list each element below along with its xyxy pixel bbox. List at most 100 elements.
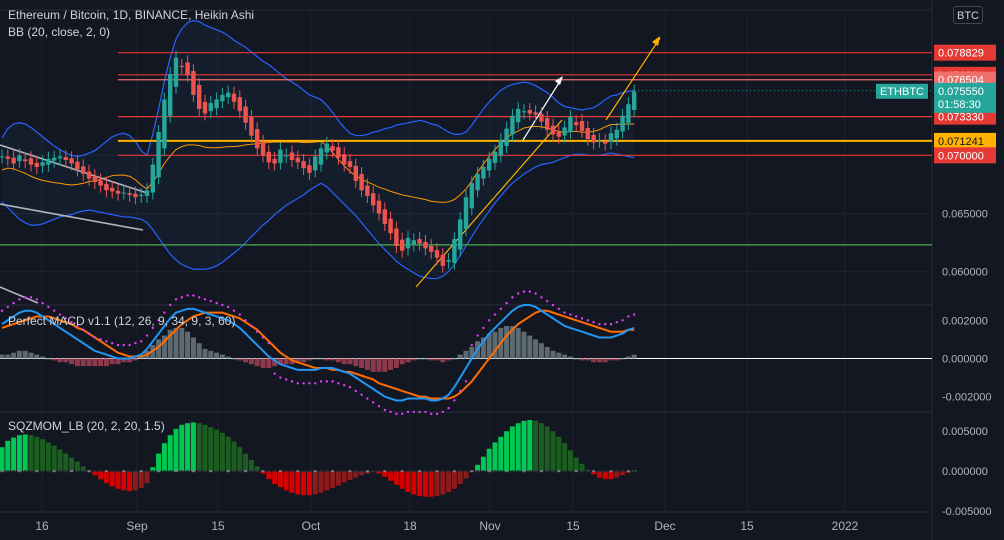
macd-dot [192,294,195,297]
momentum-bar [0,447,5,472]
price-level-tag: 0.078829 [934,44,996,61]
macd-histogram-bar [521,331,527,359]
momentum-bar [330,471,336,488]
macd-histogram-bar [40,356,46,359]
candle-body [139,194,144,197]
macd-histogram-bar [16,350,22,359]
price-level-tag: 0.070000 [934,147,996,164]
macd-histogram-bar [208,350,214,359]
candle-body [34,162,39,167]
x-tick-label: 15 [566,519,580,533]
macd-histogram-bar [376,358,382,372]
candle-body [197,84,202,109]
symbol-tag-text: ETHBTC [880,86,924,98]
macd-histogram-bar [34,354,40,359]
macd-histogram-bar [219,354,225,359]
candle-body [5,156,10,159]
macd-histogram-bar [353,358,359,367]
candle-body [365,185,370,197]
macd-dot [93,336,97,339]
candle-body [313,156,318,171]
macd-dot [615,320,618,324]
momentum-bar [98,471,104,480]
macd-dot [493,313,497,316]
candle-body [75,161,80,170]
macd-histogram-bar [411,358,417,361]
momentum-bar [515,423,521,472]
momentum-bar [544,426,550,472]
macd-dot [105,340,108,343]
chart-canvas[interactable]: 16 Sep 15 Oct 18 Nov 15 Dec 15 2022 0.060000 0.0650… [0,0,1004,540]
candle-body [446,259,451,262]
momentum-bar [602,471,608,480]
momentum-bar [16,435,22,472]
macd-dot [401,412,404,416]
candle-body [272,158,277,164]
macd-dot [186,294,189,297]
momentum-bar [132,471,138,491]
currency-button[interactable]: BTC [953,6,983,24]
macd-histogram-bar [98,358,104,367]
sqz-tick-label: 0.000000 [942,466,988,478]
macd-histogram-bar [382,358,388,372]
macd-histogram-bar [0,354,5,359]
macd-histogram-bar [451,358,457,360]
macd-histogram-bar [225,356,231,359]
candle-body [307,165,312,173]
macd-dot [169,303,172,307]
momentum-bar [202,424,208,472]
candle-body [150,164,155,193]
candle-body [243,106,248,123]
macd-indicator-label: Perfect MACD v1.1 (12, 26, 9, 34, 9, 3, … [8,314,236,328]
macd-dot [180,296,183,299]
macd-histogram-bar [74,358,80,367]
macd-dot [569,313,572,316]
macd-dot [557,307,560,311]
momentum-bar [440,471,446,495]
macd-histogram-bar [231,358,237,360]
macd-histogram-bar [631,354,637,359]
macd-histogram-bar [254,358,260,367]
candle-body [191,71,196,95]
x-tick-label: Sep [126,519,148,533]
candle-body [376,200,382,214]
macd-dot [203,298,207,301]
macd-histogram-bar [556,352,562,359]
momentum-bar [115,471,121,489]
macd-dot [35,298,38,301]
x-tick-label: 15 [740,519,754,533]
macd-dot [285,378,288,381]
candle-body [545,118,550,130]
candle-body [388,218,393,234]
macd-dot [209,299,212,303]
macd-histogram-bar [347,358,353,365]
candle-body [620,115,625,132]
macd-histogram-bar [446,358,452,361]
candle-body [562,127,567,136]
momentum-bar [121,471,127,491]
sqz-tick-label: -0.005000 [942,506,992,518]
candle-body [342,154,347,165]
candle-body [86,171,92,179]
macd-dot [453,399,456,402]
macd-dot [145,334,149,337]
macd-dot [343,383,346,387]
candle-body [23,159,28,162]
macd-dot [499,307,502,311]
macd-dot [383,408,386,412]
macd-histogram-bar [515,327,521,359]
x-tick-label: Dec [654,519,675,533]
candle-body [347,161,353,167]
macd-histogram-bar [544,347,550,359]
candle-body [11,157,16,164]
momentum-bar [527,420,533,472]
macd-dot [441,410,444,414]
macd-dot [314,382,317,385]
candle-body [568,116,573,133]
momentum-bar [28,435,34,472]
candle-body [63,157,68,160]
macd-dot [551,303,555,307]
macd-histogram-bar [103,358,109,367]
sqzmom-indicator-label: SQZMOM_LB (20, 2, 20, 1.5) [8,419,165,433]
momentum-bar [556,436,562,472]
